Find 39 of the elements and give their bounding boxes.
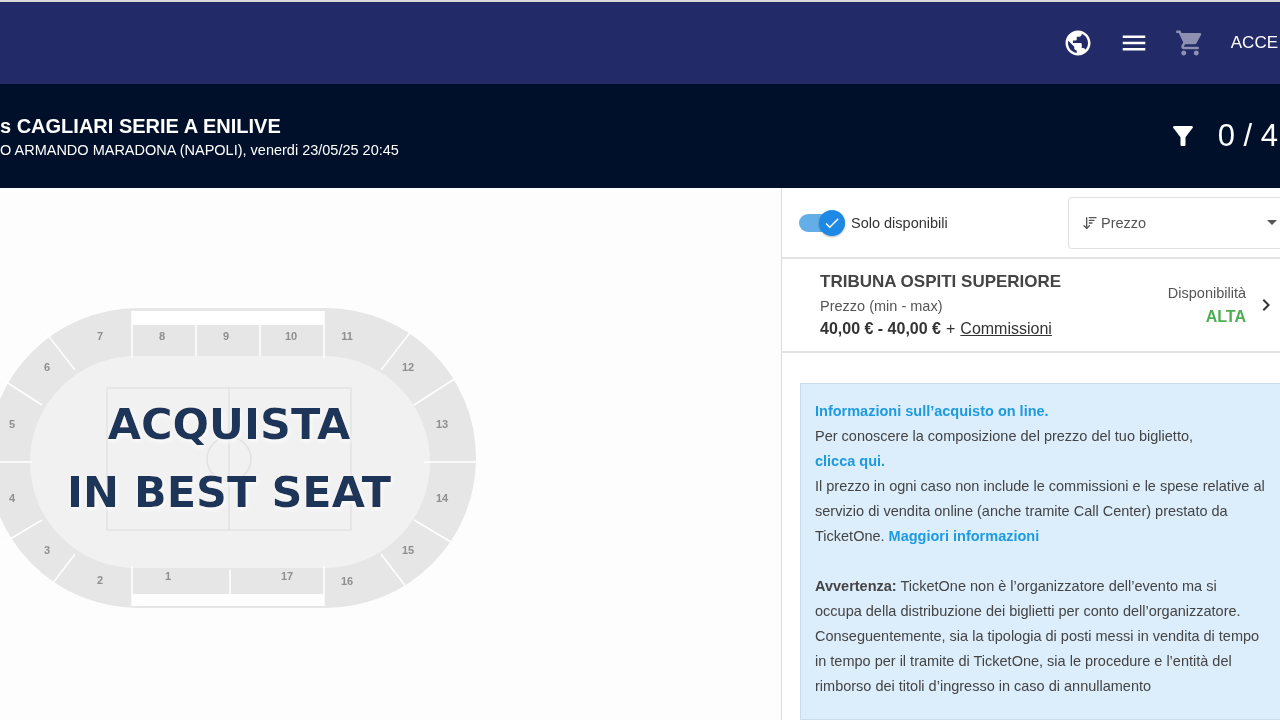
price-range: 40,00 € - 40,00 € [820, 320, 941, 338]
account-link[interactable]: ACCE [1230, 33, 1278, 53]
plus-sign: + [946, 320, 956, 338]
section-number: 1 [164, 570, 172, 582]
event-details: O ARMANDO MARADONA (NAPOLI), venerdi 23/05/25 20:45 [0, 141, 399, 158]
fees-link[interactable]: Commissioni [960, 320, 1052, 338]
section-number: 4 [8, 492, 16, 504]
ticket-count: 0 / 4 [1217, 118, 1278, 154]
sector-card[interactable]: TRIBUNA OSPITI SUPERIORE Prezzo (min - max) 40,00 € - 40,00 € + Commissioni Disponibilità ALTA [782, 259, 1280, 353]
sort-icon [1082, 214, 1098, 231]
section-number: 8 [158, 330, 166, 342]
section-number: 16 [340, 575, 354, 587]
info-title: Informazioni sull’acquisto on line. [815, 402, 1050, 421]
section-number: 13 [435, 418, 449, 430]
section-number: 6 [43, 361, 51, 373]
section-number: 15 [401, 544, 415, 556]
section-number: 10 [284, 330, 298, 342]
info-text: Per conoscere la composizione del prezzo del tuo biglietto, clicca qui. [815, 427, 1195, 471]
availability-label: Disponibilità [1167, 284, 1246, 301]
section-number: 5 [8, 418, 16, 430]
price-label: Prezzo (min - max) [820, 298, 944, 314]
section-number: 7 [96, 330, 104, 342]
toggle-label: Solo disponibili [851, 214, 948, 231]
event-title: s CAGLIARI SERIE A ENILIVE [0, 114, 282, 138]
availability-value: ALTA [1205, 307, 1246, 326]
section-number: 3 [43, 544, 51, 556]
warning-text: Avvertenza: TicketOne non è l’organizzatore dell’evento ma si occupa della distribuzione dei biglietti per conto dell’organizzatore. Conseguentemente, sia la tipologia di posti messi in vendita di tempo in tempo per il tramite di TicketOne, sia le procedure e l’entità del rimborso dei titoli d’ingresso in caso di annullamento [815, 577, 1261, 696]
section-number: 12 [401, 361, 415, 373]
banner-text: IN BEST SEAT [67, 467, 391, 517]
sort-select[interactable]: Prezzo [1068, 196, 1280, 249]
section-number: 2 [96, 574, 104, 586]
caret-icon [1267, 220, 1277, 225]
section-number: 14 [435, 492, 449, 504]
info-text: Il prezzo in ogni caso non include le commissioni e le spese relative al servizio di vendita online (anche tramite Call Center) prestato da TicketOne. Maggiori informazioni [815, 477, 1266, 546]
section-number: 17 [280, 570, 294, 582]
section-number: 9 [222, 330, 230, 342]
section-number: 11 [341, 330, 353, 342]
sector-name: TRIBUNA OSPITI SUPERIORE [820, 272, 1062, 292]
banner-text: ACQUISTA [107, 399, 351, 449]
